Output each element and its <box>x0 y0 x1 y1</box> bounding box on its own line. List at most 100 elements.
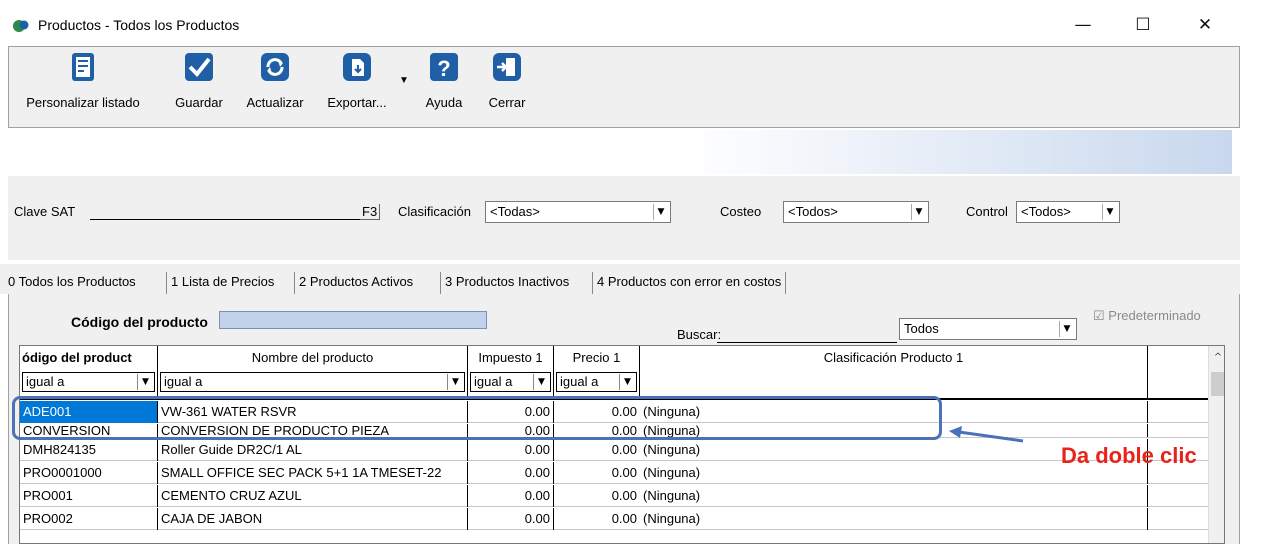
toolbar: Personalizar listado Guardar Actualizar … <box>8 46 1240 128</box>
cerrar-label: Cerrar <box>488 95 526 110</box>
exportar-dropdown-arrow[interactable]: ▼ <box>399 75 409 86</box>
chevron-down-icon: ▼ <box>137 374 153 390</box>
cell-price[interactable]: 0.00 <box>554 439 640 461</box>
search-scope-select[interactable]: Todos ▼ <box>899 318 1077 340</box>
exportar-label: Exportar... <box>327 95 387 110</box>
tab-productos-con-error[interactable]: 4 Productos con error en costos <box>592 272 787 294</box>
control-select[interactable]: <Todos> ▼ <box>1016 201 1120 223</box>
tab-todos-los-productos[interactable]: 0 Todos los Productos <box>4 272 140 294</box>
column-filter-select[interactable]: igual a ▼ <box>160 372 465 392</box>
costeo-select[interactable]: <Todos> ▼ <box>783 201 929 223</box>
tab-lista-de-precios[interactable]: 1 Lista de Precios <box>166 272 278 294</box>
column-header-label: ódigo del product <box>22 350 132 365</box>
filter-value: igual a <box>164 374 203 389</box>
app-icon <box>13 20 29 32</box>
cell-tax[interactable]: 0.00 <box>468 462 554 484</box>
code-input[interactable] <box>219 311 487 329</box>
personalizar-label: Personalizar listado <box>26 95 140 110</box>
personalizar-listado-button[interactable]: Personalizar listado <box>13 51 153 125</box>
ayuda-label: Ayuda <box>425 95 463 110</box>
column-precio[interactable]: Precio 1 igual a ▼ <box>554 346 640 398</box>
search-label: Buscar: <box>677 327 722 342</box>
predeterminado-label: Predeterminado <box>1108 308 1201 323</box>
column-nombre[interactable]: Nombre del producto igual a ▼ <box>158 346 468 398</box>
table-row[interactable]: DMH824135 Roller Guide DR2C/1 AL 0.00 0.… <box>20 439 1208 461</box>
exportar-button[interactable]: Exportar... <box>317 51 397 125</box>
cell-name[interactable]: CAJA DE JABON <box>158 508 468 530</box>
cell-price[interactable]: 0.00 <box>554 462 640 484</box>
column-header-label: Impuesto 1 <box>478 350 543 365</box>
tab-productos-inactivos[interactable]: 3 Productos Inactivos <box>440 272 573 294</box>
ayuda-button[interactable]: ? Ayuda <box>419 51 469 125</box>
refresh-icon <box>261 53 289 81</box>
costeo-label: Costeo <box>720 204 762 219</box>
search-input[interactable] <box>717 342 897 343</box>
column-clasificacion[interactable]: Clasificación Producto 1 <box>640 346 1148 398</box>
table-row[interactable]: PRO0001000 SMALL OFFICE SEC PACK 5+1 1A … <box>20 462 1208 484</box>
control-label: Control <box>966 204 1008 219</box>
scroll-thumb[interactable] <box>1211 372 1224 396</box>
filter-value: igual a <box>474 374 513 389</box>
column-filter-select[interactable]: igual a ▼ <box>470 372 551 392</box>
cell-name[interactable]: CEMENTO CRUZ AZUL <box>158 485 468 507</box>
cell-price[interactable]: 0.00 <box>554 485 640 507</box>
column-header-label: Precio 1 <box>572 350 621 365</box>
cell-tax[interactable]: 0.00 <box>468 508 554 530</box>
clave-sat-input[interactable] <box>90 206 360 220</box>
column-impuesto[interactable]: Impuesto 1 igual a ▼ <box>468 346 554 398</box>
column-filter-select[interactable]: igual a ▼ <box>22 372 155 392</box>
filter-value: igual a <box>26 374 65 389</box>
search-scope-value: Todos <box>904 321 939 336</box>
tab-strip: 0 Todos los Productos 1 Lista de Precios… <box>0 264 1240 294</box>
vertical-scrollbar[interactable]: ^ <box>1208 346 1224 543</box>
close-button[interactable]: ✕ <box>1182 12 1228 38</box>
guardar-label: Guardar <box>175 95 223 110</box>
column-filter-select[interactable]: igual a ▼ <box>556 372 637 392</box>
chevron-down-icon: ▼ <box>653 204 668 220</box>
annotation-text: Da doble clic <box>1061 443 1197 468</box>
header-banner <box>8 130 1232 174</box>
window-title: Productos - Todos los Productos <box>38 17 240 33</box>
guardar-button[interactable]: Guardar <box>169 51 229 125</box>
cell-tax[interactable]: 0.00 <box>468 485 554 507</box>
filter-value: igual a <box>560 374 599 389</box>
cell-class[interactable]: (Ninguna) <box>640 485 1148 507</box>
clave-sat-hotkey-button[interactable]: F3 <box>360 204 381 220</box>
cell-code[interactable]: PRO002 <box>20 508 158 530</box>
tab-productos-activos[interactable]: 2 Productos Activos <box>294 272 417 294</box>
chevron-down-icon: ▼ <box>911 204 926 220</box>
table-row[interactable]: PRO001 CEMENTO CRUZ AZUL 0.00 0.00 (Ning… <box>20 485 1208 507</box>
cell-code[interactable]: PRO0001000 <box>20 462 158 484</box>
cell-price[interactable]: 0.00 <box>554 508 640 530</box>
title-bar: Productos - Todos los Productos — ☐ ✕ <box>0 8 1240 42</box>
cell-name[interactable]: SMALL OFFICE SEC PACK 5+1 1A TMESET-22 <box>158 462 468 484</box>
maximize-button[interactable]: ☐ <box>1120 12 1166 38</box>
column-header-label: Nombre del producto <box>251 350 374 365</box>
clasificacion-select[interactable]: <Todas> ▼ <box>485 201 671 223</box>
cell-code[interactable]: PRO001 <box>20 485 158 507</box>
chevron-down-icon: ▼ <box>533 374 549 390</box>
column-header-label: Clasificación Producto 1 <box>823 350 964 365</box>
cell-name[interactable]: Roller Guide DR2C/1 AL <box>158 439 468 461</box>
clasificacion-label: Clasificación <box>398 204 471 219</box>
table-row[interactable]: PRO002 CAJA DE JABON 0.00 0.00 (Ninguna) <box>20 508 1208 530</box>
actualizar-button[interactable]: Actualizar <box>237 51 313 125</box>
cerrar-button[interactable]: Cerrar <box>479 51 535 125</box>
predeterminado-checkbox[interactable]: ☑ Predeterminado <box>1093 308 1201 324</box>
export-icon <box>343 53 371 81</box>
cell-class[interactable]: (Ninguna) <box>640 508 1148 530</box>
minimize-button[interactable]: — <box>1060 12 1106 38</box>
column-codigo[interactable]: ódigo del product igual a ▼ <box>20 346 158 398</box>
arrow-left-icon <box>949 426 1024 443</box>
chevron-down-icon: ▼ <box>1102 204 1117 220</box>
grid-header: ódigo del product igual a ▼ Nombre del p… <box>20 346 1208 400</box>
cell-tax[interactable]: 0.00 <box>468 439 554 461</box>
exit-door-icon <box>493 53 521 81</box>
scroll-up-icon[interactable]: ^ <box>1209 352 1224 363</box>
control-value: <Todos> <box>1021 204 1071 219</box>
filter-bar: Clave SAT F3 Clasificación <Todas> ▼ Cos… <box>8 176 1240 260</box>
checkmark-icon <box>185 53 213 81</box>
checkbox-icon: ☑ <box>1093 308 1105 323</box>
cell-code[interactable]: DMH824135 <box>20 439 158 461</box>
costeo-value: <Todos> <box>788 204 838 219</box>
